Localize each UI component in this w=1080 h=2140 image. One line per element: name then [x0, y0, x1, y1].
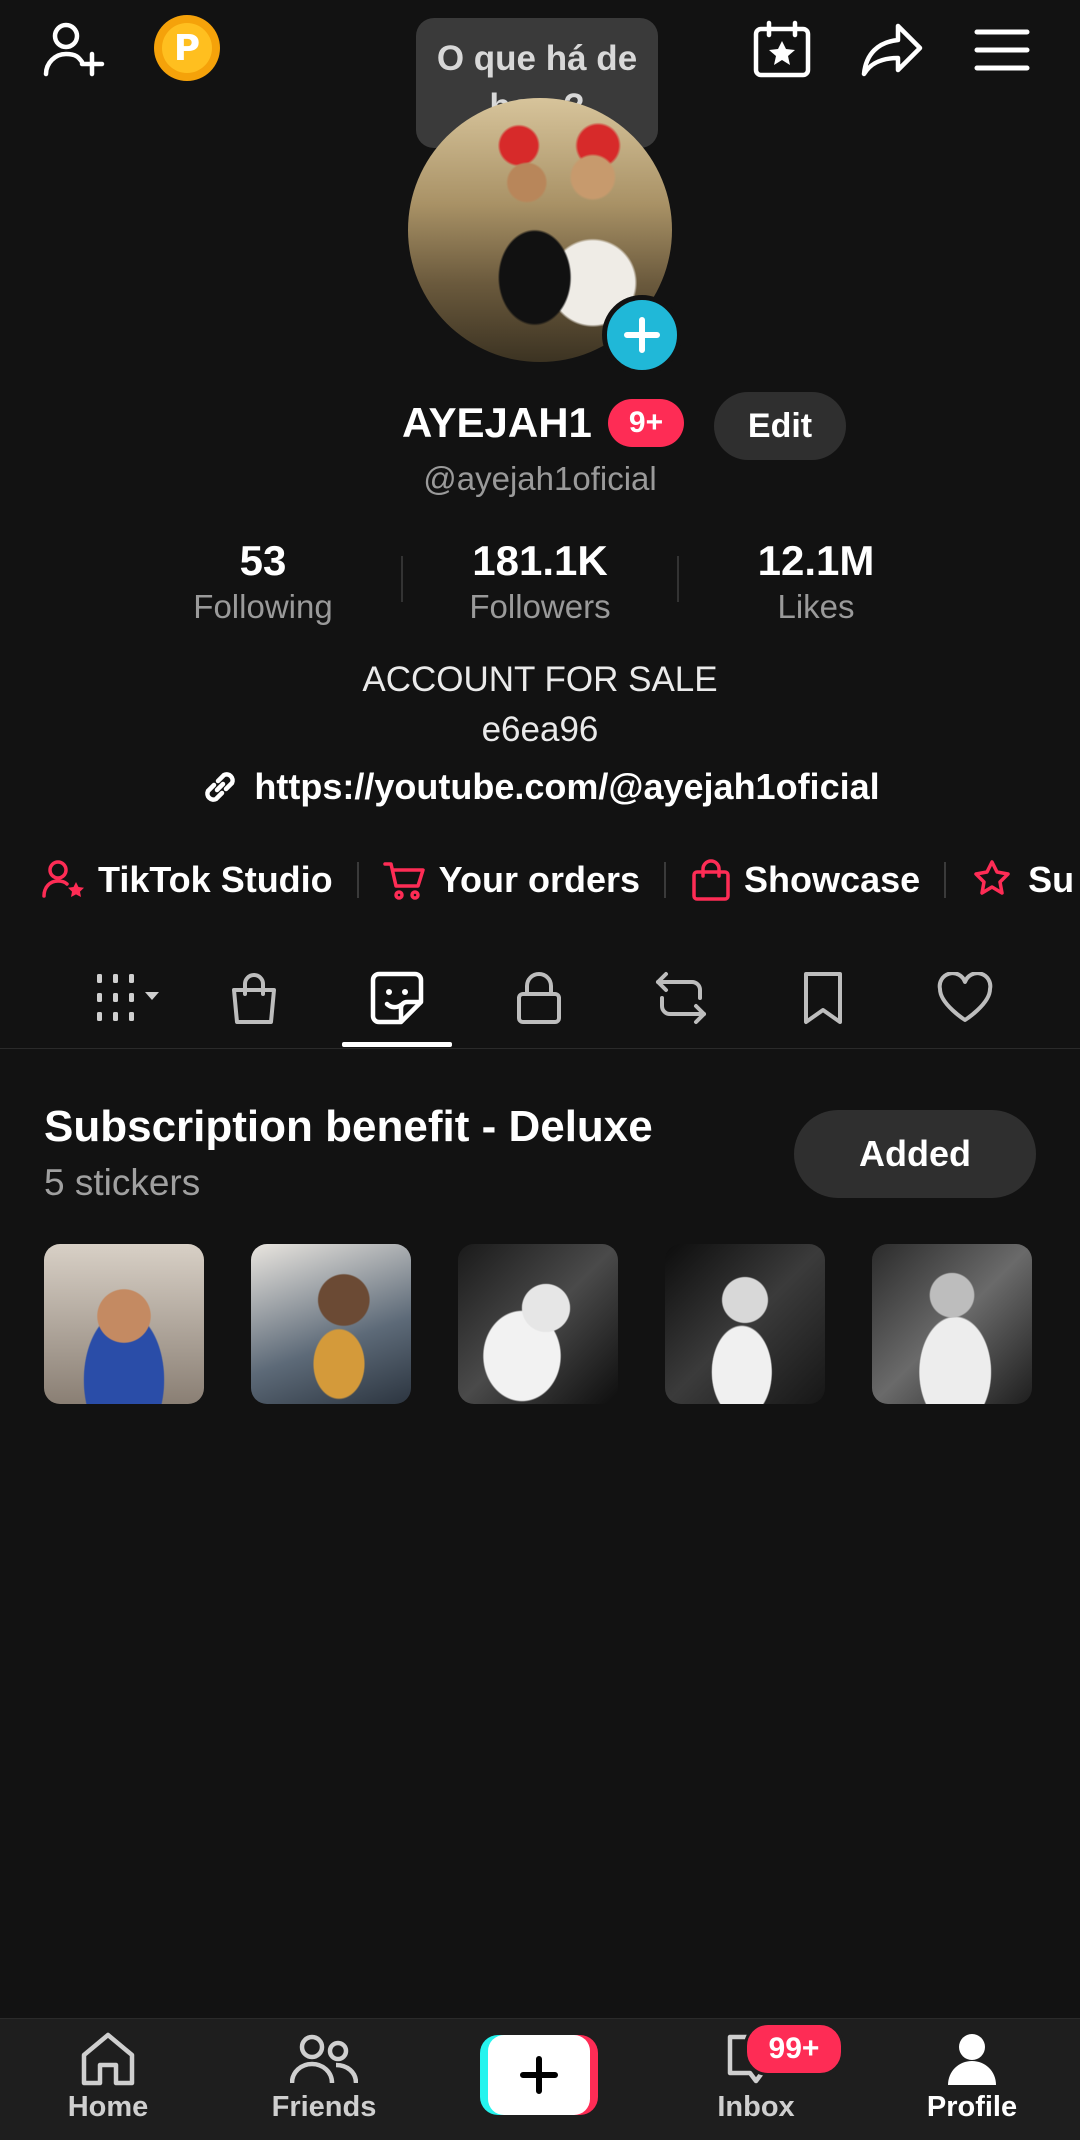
calendar-star-icon[interactable]	[746, 14, 818, 86]
lock-icon	[515, 970, 563, 1026]
subscription-title: Subscription benefit - Deluxe	[44, 1102, 653, 1151]
create-button[interactable]	[480, 2035, 598, 2115]
shortcut-label: Your orders	[438, 859, 641, 900]
sticker-icon	[369, 970, 425, 1026]
person-star-icon	[42, 858, 86, 902]
friends-icon	[290, 2031, 358, 2087]
cart-icon	[382, 858, 427, 902]
profile-link-text: https://youtube.com/@ayejah1oficial	[254, 766, 880, 807]
sticker-thumbnail[interactable]	[251, 1244, 411, 1404]
bottom-nav: Home Friends Inbox Profile	[0, 2018, 1080, 2140]
home-icon	[78, 2031, 138, 2087]
bio-line-2: e6ea96	[481, 710, 599, 749]
coins-icon[interactable]: P	[154, 15, 220, 81]
bio-line-1: ACCOUNT FOR SALE	[362, 660, 718, 699]
sticker-thumbnail[interactable]	[665, 1244, 825, 1404]
stat-label: Followers	[469, 588, 611, 625]
add-friend-icon[interactable]	[38, 14, 110, 86]
menu-icon[interactable]	[966, 14, 1038, 86]
chip-divider	[356, 862, 359, 898]
display-name: AYEJAH1	[402, 399, 592, 446]
nav-label: Inbox	[717, 2091, 795, 2123]
shortcut-su[interactable]: Su	[970, 858, 1074, 902]
name-badge[interactable]: 9+	[608, 399, 684, 447]
nav-label: Profile	[926, 2091, 1018, 2123]
stat-likes[interactable]: 12.1M Likes	[706, 534, 926, 626]
tab-shop[interactable]	[199, 948, 309, 1048]
plus-icon	[488, 2035, 590, 2115]
heart-icon	[936, 972, 994, 1024]
stat-following[interactable]: 53 Following	[153, 534, 373, 626]
tab-stickers[interactable]	[342, 948, 452, 1048]
tab-liked[interactable]	[910, 948, 1020, 1048]
repost-icon	[652, 970, 710, 1026]
active-tab-indicator	[342, 1042, 452, 1047]
nav-label: Friends	[271, 2091, 377, 2123]
nav-home[interactable]: Home	[28, 2031, 188, 2124]
sticker-list	[44, 1244, 1032, 1404]
nav-profile[interactable]: Profile	[892, 2031, 1052, 2124]
link-icon	[200, 767, 240, 807]
nav-friends[interactable]: Friends	[244, 2031, 404, 2124]
sticker-thumbnail[interactable]	[458, 1244, 618, 1404]
shortcut-label: TikTok Studio	[98, 859, 333, 900]
stat-divider	[401, 556, 403, 602]
nav-label: Home	[67, 2091, 149, 2123]
shortcut-row: TikTok Studio Your orders Showcase Su	[42, 852, 1074, 908]
sticker-thumbnail[interactable]	[872, 1244, 1032, 1404]
profile-link[interactable]: https://youtube.com/@ayejah1oficial	[0, 766, 1080, 808]
share-icon[interactable]	[856, 14, 928, 86]
grid-icon	[83, 972, 167, 1024]
edit-profile-button[interactable]: Edit	[714, 392, 846, 460]
subscription-subtitle: 5 stickers	[44, 1162, 201, 1203]
stat-label: Likes	[777, 588, 855, 625]
shopping-bag-icon	[690, 858, 732, 902]
content-tabs	[0, 948, 1080, 1049]
shortcut-label: Showcase	[744, 859, 921, 900]
stat-label: Following	[193, 588, 333, 625]
stat-followers[interactable]: 181.1K Followers	[430, 534, 650, 626]
profile-name-row: AYEJAH1 9+ Edit	[0, 392, 1080, 460]
username-handle: @ayejah1oficial	[423, 460, 657, 497]
tab-private[interactable]	[484, 948, 594, 1048]
chip-divider	[664, 862, 667, 898]
add-story-icon[interactable]	[602, 295, 682, 375]
tab-favorites[interactable]	[768, 948, 878, 1048]
stat-value: 12.1M	[757, 537, 875, 584]
inbox-badge: 99+	[744, 2022, 844, 2076]
bookmark-icon	[800, 970, 846, 1026]
shortcut-showcase[interactable]: Showcase	[690, 858, 920, 902]
shortcut-label: Su	[1028, 859, 1075, 900]
added-button[interactable]: Added	[794, 1110, 1036, 1198]
profile-icon	[944, 2031, 1000, 2087]
stat-value: 53	[239, 537, 287, 584]
stat-divider	[677, 556, 679, 602]
sparkle-icon	[970, 858, 1016, 902]
shopping-bag-icon	[228, 970, 280, 1026]
stat-value: 181.1K	[472, 537, 608, 584]
tab-videos[interactable]	[70, 948, 180, 1048]
shortcut-tiktok-studio[interactable]: TikTok Studio	[42, 858, 333, 902]
chip-divider	[944, 862, 947, 898]
sticker-thumbnail[interactable]	[44, 1244, 204, 1404]
shortcut-your-orders[interactable]: Your orders	[382, 858, 641, 902]
tab-reposts[interactable]	[626, 948, 736, 1048]
